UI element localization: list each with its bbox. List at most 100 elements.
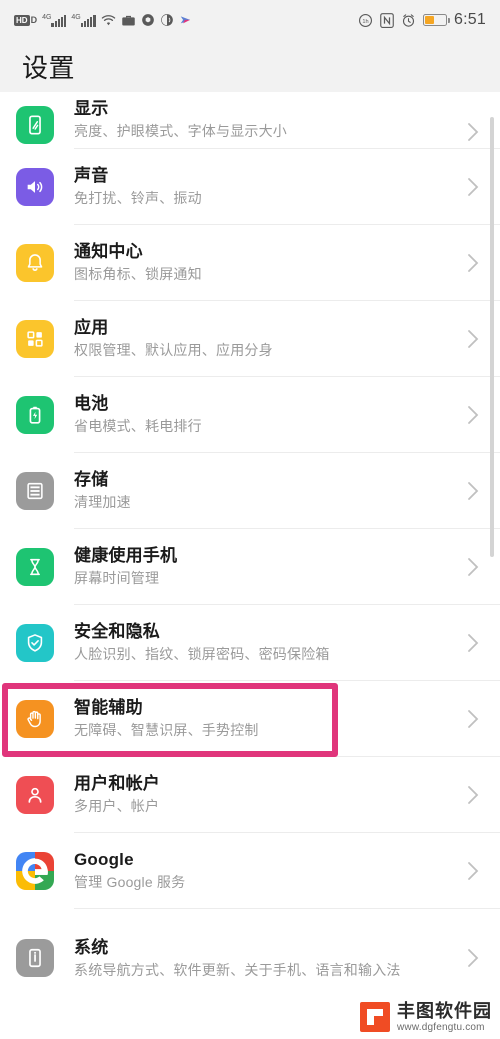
settings-row-text: 电池 省电模式、耗电排行 (74, 392, 464, 437)
apps-grid-icon (16, 319, 54, 358)
settings-row-subtitle: 省电模式、耗电排行 (74, 418, 202, 434)
hd-volte-icon: HD D (14, 14, 38, 26)
phone-screen: HD D 4G 4G 1h 6:51 设置 显示 亮度、护眼模式、字体与显示大小… (0, 0, 500, 1039)
shield-check-icon (16, 623, 54, 662)
work-briefcase-icon (121, 14, 136, 27)
chevron-right-icon (464, 253, 482, 273)
settings-row-text: Google 管理 Google 服务 (74, 848, 464, 893)
settings-row-subtitle: 多用户、帐户 (74, 798, 160, 814)
network-label-2: 4G (71, 13, 81, 21)
do-not-disturb-icon (160, 13, 174, 27)
settings-row-title: 通知中心 (74, 242, 143, 261)
settings-list[interactable]: 显示 亮度、护眼模式、字体与显示大小 声音 免打扰、铃声、振动 通知中心 图标角… (0, 92, 500, 1039)
share-icon (179, 14, 193, 27)
status-bar-right-icons: 1h 6:51 (358, 11, 486, 29)
settings-row-subtitle: 无障碍、智慧识屏、手势控制 (74, 722, 259, 738)
wifi-icon (101, 14, 116, 27)
hd-label: HD (14, 14, 30, 26)
settings-row-text: 声音 免打扰、铃声、振动 (74, 164, 464, 209)
signal-4g-icon: 4G (42, 13, 67, 27)
settings-row-apps[interactable]: 应用 权限管理、默认应用、应用分身 (0, 301, 500, 376)
settings-row-smart-assistance[interactable]: 智能辅助 无障碍、智慧识屏、手势控制 (0, 681, 500, 757)
data-saver-icon: 1h (358, 13, 373, 28)
chevron-right-icon (464, 177, 482, 197)
settings-row-text: 应用 权限管理、默认应用、应用分身 (74, 316, 464, 361)
bell-icon (16, 243, 54, 282)
chevron-right-icon (464, 709, 482, 729)
settings-row-notification-center[interactable]: 通知中心 图标角标、锁屏通知 (0, 225, 500, 300)
signal-4g-icon-2: 4G (71, 13, 96, 27)
status-bar: HD D 4G 4G 1h 6:51 (0, 0, 500, 40)
system-info-icon (16, 939, 54, 977)
settings-row-subtitle: 清理加速 (74, 494, 131, 510)
display-icon (16, 106, 54, 144)
settings-row-google[interactable]: Google 管理 Google 服务 (0, 833, 500, 908)
watermark-text: 丰图软件园 www.dgfengtu.com (397, 1000, 492, 1033)
alarm-icon (401, 13, 416, 28)
settings-row-text: 存储 清理加速 (74, 468, 464, 513)
google-g-icon (16, 851, 54, 890)
vpn-shield-icon (141, 13, 155, 27)
settings-row-storage[interactable]: 存储 清理加速 (0, 453, 500, 528)
settings-row-text: 智能辅助 无障碍、智慧识屏、手势控制 (74, 696, 464, 741)
battery-icon (16, 395, 54, 434)
settings-row-subtitle: 图标角标、锁屏通知 (74, 266, 202, 282)
settings-row-title: 智能辅助 (74, 698, 143, 717)
watermark-logo-icon (360, 1002, 390, 1033)
hand-icon (16, 699, 54, 738)
storage-icon (16, 471, 54, 510)
settings-row-text: 安全和隐私 人脸识别、指纹、锁屏密码、密码保险箱 (74, 620, 464, 665)
settings-row-system[interactable]: 系统 系统导航方式、软件更新、关于手机、语言和输入法 (0, 909, 500, 1007)
person-icon (16, 775, 54, 814)
chevron-right-icon (464, 405, 482, 425)
settings-row-title: 应用 (74, 318, 109, 337)
settings-row-subtitle: 管理 Google 服务 (74, 874, 186, 890)
chevron-right-icon (464, 557, 482, 577)
chevron-right-icon (464, 861, 482, 881)
page-header: 设置 (0, 40, 500, 92)
settings-row-text: 通知中心 图标角标、锁屏通知 (74, 240, 464, 285)
settings-row-title: Google (74, 850, 134, 869)
status-bar-left-icons: HD D 4G 4G (14, 13, 193, 27)
chevron-right-icon (464, 633, 482, 653)
hourglass-icon (16, 547, 54, 586)
watermark: 丰图软件园 www.dgfengtu.com (360, 1000, 492, 1033)
settings-row-subtitle: 免打扰、铃声、振动 (74, 190, 202, 206)
chevron-right-icon (464, 329, 482, 349)
chevron-right-icon (464, 481, 482, 501)
settings-row-subtitle: 人脸识别、指纹、锁屏密码、密码保险箱 (74, 646, 330, 662)
status-bar-clock: 6:51 (454, 11, 486, 28)
chevron-right-icon (464, 785, 482, 805)
settings-row-users-accounts[interactable]: 用户和帐户 多用户、帐户 (0, 757, 500, 832)
settings-row-text: 显示 亮度、护眼模式、字体与显示大小 (74, 97, 464, 142)
settings-row-display[interactable]: 显示 亮度、护眼模式、字体与显示大小 (0, 92, 500, 148)
settings-row-title: 声音 (74, 166, 109, 185)
settings-row-sound[interactable]: 声音 免打扰、铃声、振动 (0, 149, 500, 224)
chevron-right-icon (464, 948, 482, 968)
chevron-right-icon (464, 122, 482, 142)
scrollbar-thumb[interactable] (490, 117, 494, 557)
settings-row-text: 健康使用手机 屏幕时间管理 (74, 544, 464, 589)
settings-row-battery[interactable]: 电池 省电模式、耗电排行 (0, 377, 500, 452)
settings-row-title: 用户和帐户 (74, 774, 160, 793)
settings-row-title: 电池 (74, 394, 109, 413)
page-title: 设置 (22, 52, 76, 83)
settings-row-title: 健康使用手机 (74, 546, 178, 565)
hd-sub-label: D (30, 14, 38, 25)
settings-row-text: 用户和帐户 多用户、帐户 (74, 772, 464, 817)
nfc-icon (380, 12, 394, 28)
settings-row-text: 系统 系统导航方式、软件更新、关于手机、语言和输入法 (74, 936, 464, 981)
network-label-1: 4G (42, 13, 52, 21)
watermark-site-name: 丰图软件园 (397, 1000, 492, 1021)
settings-row-security-privacy[interactable]: 安全和隐私 人脸识别、指纹、锁屏密码、密码保险箱 (0, 605, 500, 680)
settings-row-digital-balance[interactable]: 健康使用手机 屏幕时间管理 (0, 529, 500, 604)
settings-row-title: 显示 (74, 99, 109, 118)
settings-row-title: 存储 (74, 470, 109, 489)
settings-row-subtitle: 系统导航方式、软件更新、关于手机、语言和输入法 (74, 961, 401, 978)
settings-row-title: 系统 (74, 937, 109, 957)
settings-row-subtitle: 权限管理、默认应用、应用分身 (74, 342, 273, 358)
settings-row-title: 安全和隐私 (74, 622, 160, 641)
sound-icon (16, 167, 54, 206)
watermark-site-url: www.dgfengtu.com (397, 1021, 485, 1033)
settings-row-subtitle: 亮度、护眼模式、字体与显示大小 (74, 123, 287, 139)
